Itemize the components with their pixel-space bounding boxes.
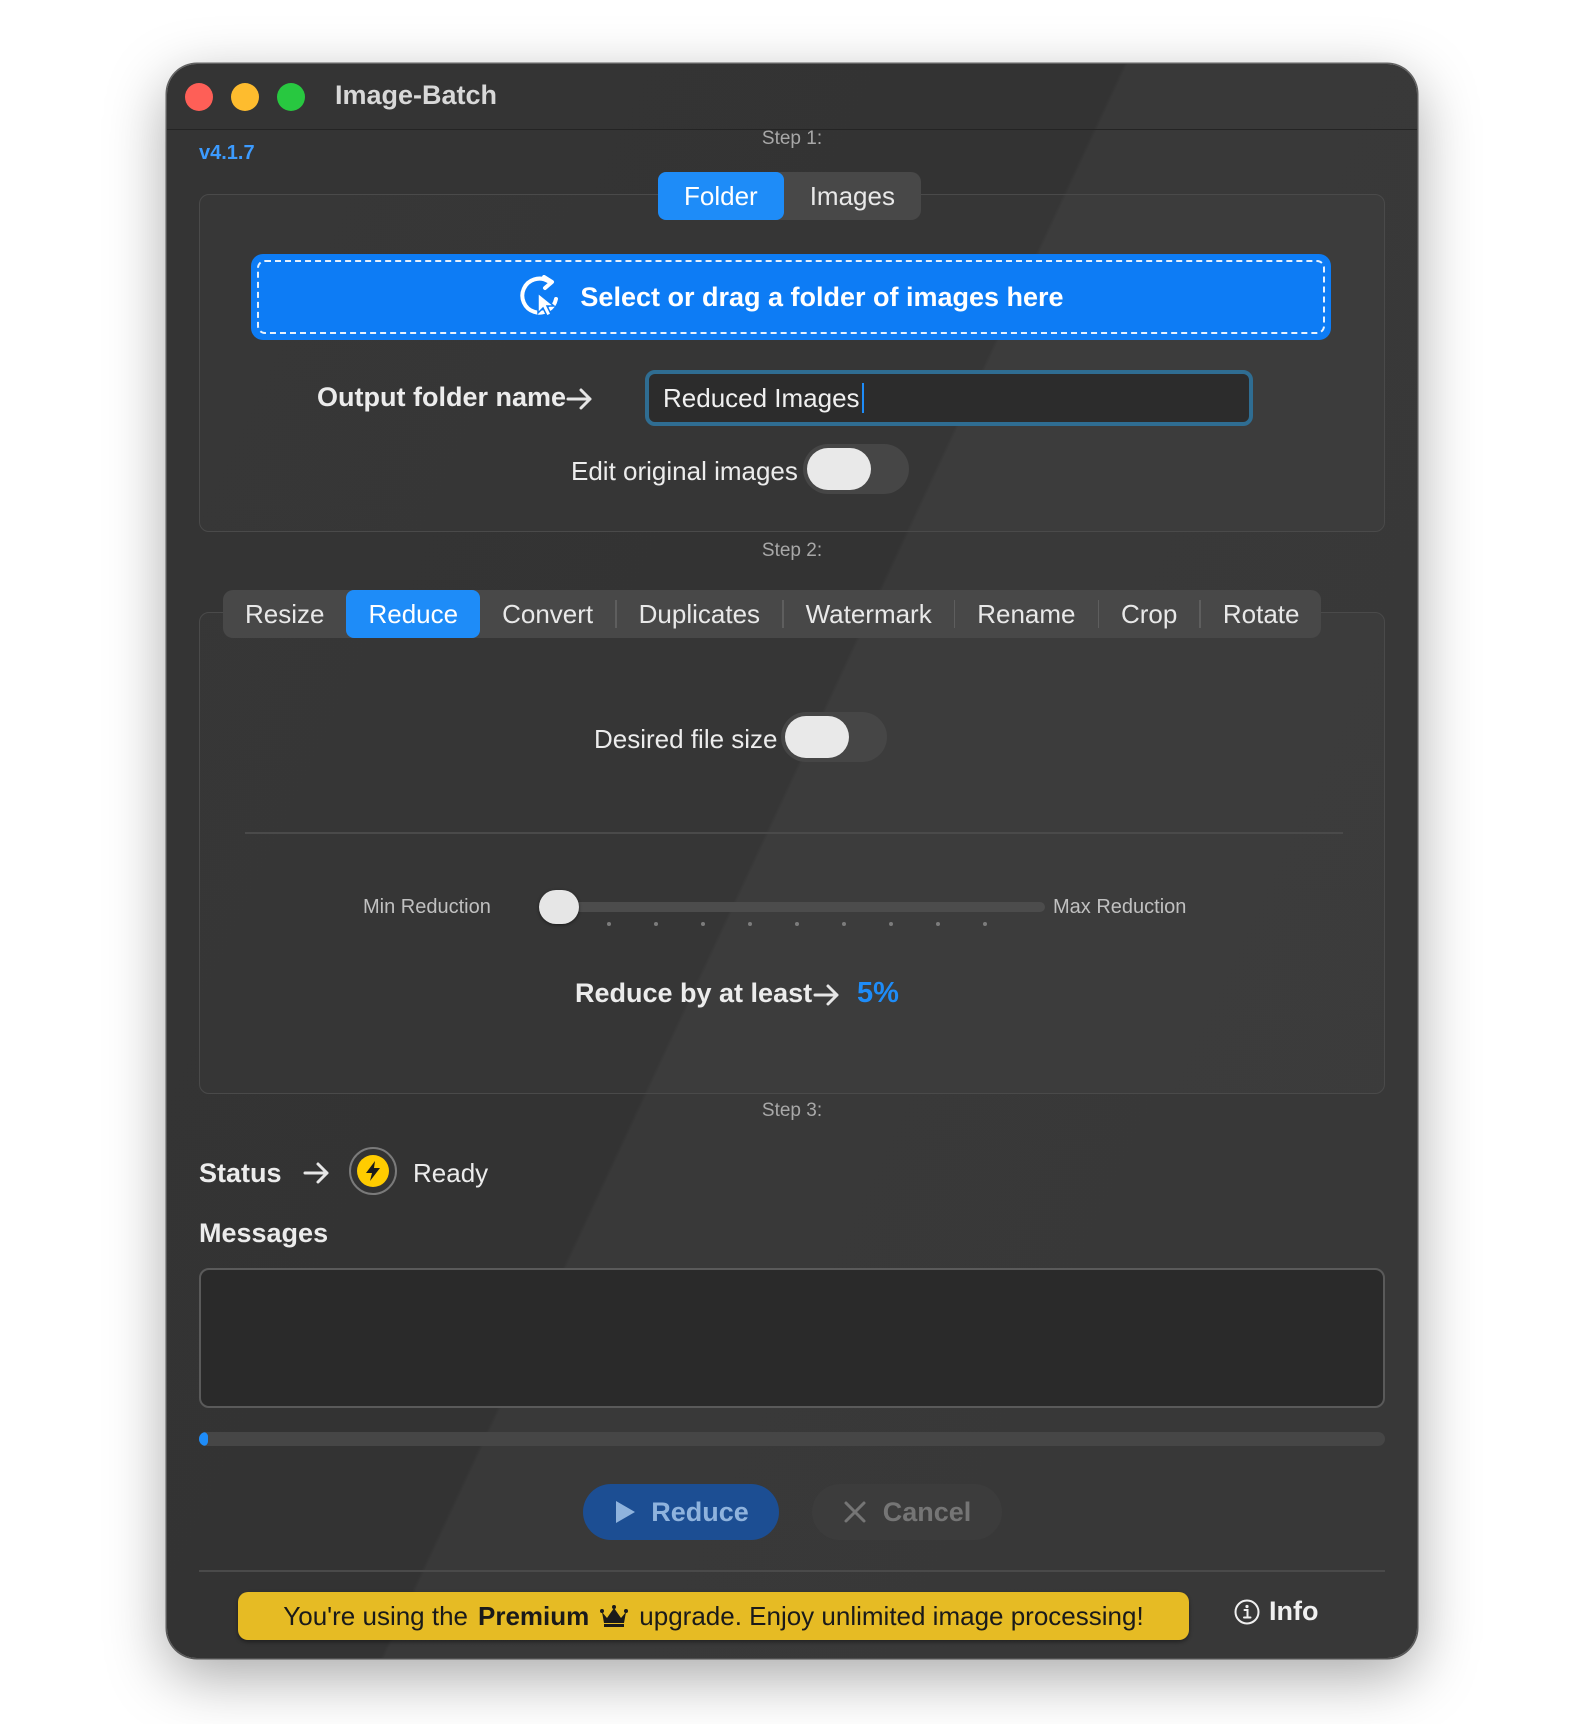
edit-original-label: Edit original images — [571, 456, 798, 486]
toggle-knob — [807, 448, 871, 490]
banner-premium: Premium — [478, 1600, 590, 1631]
max-reduction-label: Max Reduction — [1053, 896, 1187, 918]
title-bar: Image-Batch — [167, 64, 1417, 130]
source-segmented-control: Folder Images — [658, 172, 921, 220]
tab-images[interactable]: Images — [784, 172, 921, 220]
step2-group — [199, 612, 1385, 1094]
play-icon — [616, 1501, 636, 1523]
slider-tick — [889, 922, 893, 926]
close-icon — [844, 1501, 866, 1523]
step1-label: Step 1: — [761, 128, 823, 149]
status-label: Status — [199, 1158, 282, 1188]
toggle-knob — [785, 716, 849, 758]
premium-banner: You're using the Premium upgrade. Enjoy … — [238, 1592, 1189, 1640]
tab-crop[interactable]: Crop — [1099, 590, 1199, 638]
window-title: Image-Batch — [335, 80, 498, 110]
slider-tick — [795, 922, 799, 926]
min-reduction-label: Min Reduction — [363, 896, 491, 918]
desired-size-label: Desired file size — [594, 724, 778, 754]
output-folder-label: Output folder name — [317, 382, 566, 412]
slider-tick — [607, 922, 611, 926]
tab-folder[interactable]: Folder — [658, 172, 784, 220]
slider-tick — [701, 922, 705, 926]
dropzone-label: Select or drag a folder of images here — [580, 281, 1064, 312]
output-folder-value: Reduced Images — [663, 382, 860, 413]
folder-dropzone[interactable]: Select or drag a folder of images here — [251, 254, 1331, 340]
status-indicator — [349, 1147, 397, 1195]
arrow-right-icon — [813, 984, 839, 1006]
progress-fill — [199, 1432, 209, 1446]
lightning-bolt-icon — [357, 1155, 389, 1187]
arrow-right-icon — [303, 1162, 329, 1184]
banner-suffix: upgrade. Enjoy unlimited image processin… — [639, 1600, 1144, 1631]
reduce-button-label: Reduce — [651, 1496, 749, 1527]
close-window-button[interactable] — [185, 83, 213, 111]
crown-icon — [600, 1605, 629, 1627]
slider-tick — [654, 922, 658, 926]
reduce-by-label: Reduce by at least — [575, 978, 813, 1008]
slider-tick — [842, 922, 846, 926]
cancel-button-label: Cancel — [882, 1496, 972, 1527]
output-folder-field[interactable]: Reduced Images — [645, 370, 1253, 426]
slider-tick — [936, 922, 940, 926]
messages-label: Messages — [199, 1218, 329, 1248]
reduce-percentage: 5% — [857, 977, 899, 1009]
tab-rename[interactable]: Rename — [955, 590, 1097, 638]
slider-tick — [983, 922, 987, 926]
progress-bar — [199, 1432, 1385, 1446]
tab-watermark[interactable]: Watermark — [784, 590, 954, 638]
select-cursor-icon — [520, 275, 559, 318]
messages-box[interactable] — [199, 1268, 1385, 1408]
info-label: Info — [1269, 1596, 1319, 1626]
desired-size-toggle[interactable] — [781, 712, 887, 762]
info-icon — [1234, 1599, 1260, 1624]
status-value: Ready — [413, 1158, 489, 1188]
banner-prefix: You're using the — [283, 1600, 469, 1631]
info-button[interactable]: Info — [1233, 1596, 1318, 1627]
reduce-button[interactable]: Reduce — [583, 1484, 779, 1540]
slider-knob[interactable] — [539, 890, 579, 924]
section-divider — [245, 832, 1343, 834]
slider-tick — [748, 922, 752, 926]
zoom-window-button[interactable] — [277, 83, 305, 111]
tab-resize[interactable]: Resize — [223, 590, 346, 638]
edit-original-toggle[interactable] — [803, 444, 909, 494]
footer-divider — [199, 1570, 1385, 1572]
tab-convert[interactable]: Convert — [480, 590, 615, 638]
tab-reduce[interactable]: Reduce — [346, 590, 481, 638]
tab-duplicates[interactable]: Duplicates — [617, 590, 782, 638]
step3-label: Step 3: — [761, 1100, 823, 1121]
version-label: v4.1.7 — [199, 142, 255, 164]
tab-rotate[interactable]: Rotate — [1201, 590, 1322, 638]
app-window: Image-Batch v4.1.7 Step 1: Folder Images… — [167, 64, 1417, 1658]
step2-label: Step 2: — [761, 540, 823, 561]
operation-tabs: Resize Reduce Convert Duplicates Waterma… — [223, 590, 1322, 638]
text-caret — [861, 383, 864, 413]
cancel-button[interactable]: Cancel — [812, 1484, 1002, 1540]
arrow-right-icon — [566, 388, 592, 410]
minimize-window-button[interactable] — [231, 83, 259, 111]
reduction-slider[interactable] — [559, 902, 1045, 912]
